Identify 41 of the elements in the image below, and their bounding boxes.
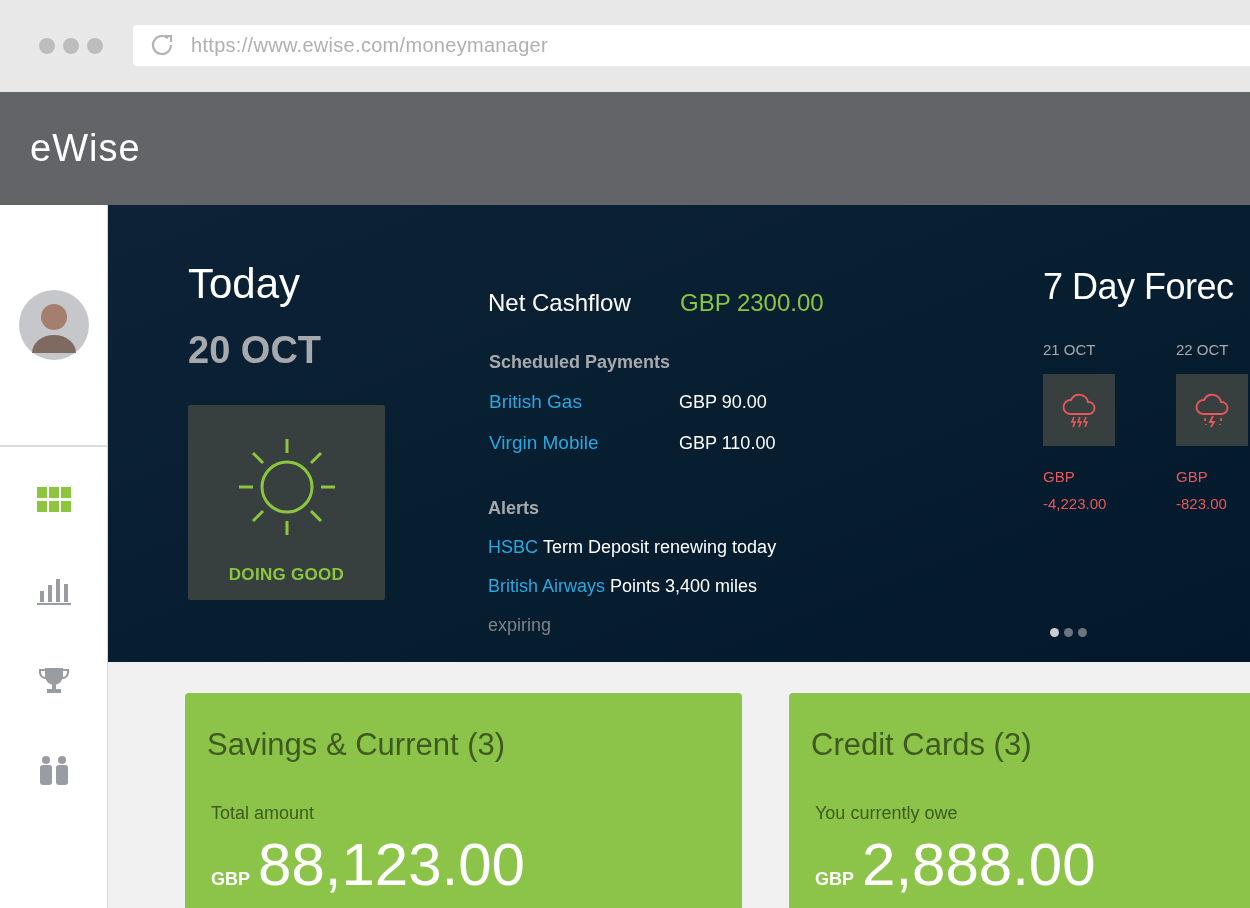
payment-amount: GBP 110.00 [679, 431, 776, 455]
forecast-date: 21 OCT [1043, 340, 1097, 360]
card-title: Savings & Current (3) [207, 729, 507, 760]
url-text: https://www.ewise.com/moneymanager [191, 33, 548, 58]
forecast-currency: GBP [1176, 466, 1209, 487]
section-heading: Scheduled Payments [489, 351, 672, 374]
card-amount: 88,123.00 [258, 830, 525, 900]
today-title: Today [188, 263, 302, 305]
storm-cloud-icon [1193, 391, 1231, 428]
card-label: Total amount [211, 802, 316, 825]
cashflow-value: GBP 2300.00 [680, 288, 824, 318]
reload-icon[interactable] [151, 34, 175, 56]
currency-label: GBP [815, 868, 854, 891]
today-date: 20 OCT [188, 331, 323, 369]
account-card[interactable]: Savings & Current (3) Total amount GBP 88,123.00 [185, 693, 742, 908]
currency-label: GBP [211, 868, 250, 891]
alert-text: Term Deposit renewing today [543, 536, 777, 559]
card-label: You currently owe [815, 802, 959, 825]
payee-link[interactable]: Virgin Mobile [489, 428, 679, 457]
section-heading: Alerts [488, 497, 541, 520]
card-title: Credit Cards (3) [811, 729, 1033, 760]
account-card[interactable]: Credit Cards (3) You currently owe GBP 2,888.00 [789, 693, 1250, 908]
payee-link[interactable]: British Gas [489, 388, 679, 417]
alert-text: Points 3,400 miles [610, 575, 758, 598]
storm-cloud-icon [1060, 391, 1098, 428]
forecast-amount: -4,223.00 [1043, 494, 1108, 514]
alert-link[interactable]: HSBC [488, 534, 538, 561]
card-amount: 2,888.00 [862, 830, 1096, 900]
window-dots-icon [39, 38, 103, 54]
payment-amount: GBP 90.00 [679, 391, 767, 414]
alert-text: expiring [488, 614, 553, 637]
forecast-currency: GBP [1043, 466, 1076, 487]
cashflow-label: Net Cashflow [488, 288, 632, 318]
alert-link[interactable]: British Airways [488, 573, 606, 600]
forecast-amount: -823.00 [1176, 494, 1228, 514]
sun-icon [236, 437, 337, 537]
avatar[interactable] [17, 289, 90, 361]
forecast-date: 22 OCT [1176, 340, 1230, 360]
status-label: DOING GOOD [228, 564, 345, 586]
forecast-title: 7 Day Forec [1043, 269, 1235, 305]
logo[interactable]: eWise [30, 120, 141, 177]
